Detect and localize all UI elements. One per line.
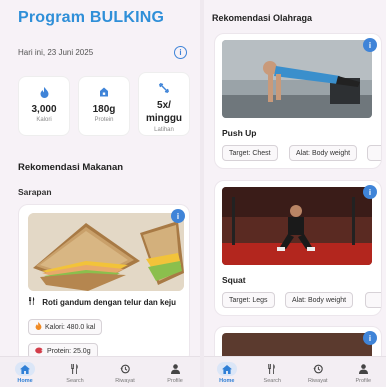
page-title: Program BULKING [18,9,165,26]
stat-label: Kalori [36,117,52,123]
tool-chip: Alat: Body weight [289,145,358,161]
screen: Program BULKING Hari ini, 23 Juni 2025 i… [0,0,386,387]
protein-icon [79,87,129,99]
meat-icon [35,347,44,356]
info-icon[interactable]: i [363,185,377,199]
info-icon[interactable]: i [174,46,187,59]
target-chip: Target: Chest [222,145,278,161]
target-chip: Target: Legs [222,292,275,308]
bottom-nav: Home Search Riwayat Profile [0,356,200,387]
dumbbell-icon [139,82,189,94]
more-chip [367,145,381,161]
nav-history[interactable]: Riwayat [100,357,150,387]
home-screen: Program BULKING Hari ini, 23 Juni 2025 i… [0,0,200,387]
stat-value: 180g [92,104,116,115]
more-chip [365,292,381,308]
info-icon[interactable]: i [363,38,377,52]
stat-card-training: 5x/ minggu Latihan [138,72,190,136]
flame-icon [19,87,69,99]
food-name: Roti gandum dengan telur dan keju [28,297,176,307]
fork-knife-icon [65,362,85,376]
person-icon [353,362,373,376]
exercise-card-squat[interactable]: i Squat Target: Legs Alat: Body weight [214,180,382,316]
flame-icon [35,322,42,332]
food-card[interactable]: i Roti gandum dengan telur dan keju Kalo… [18,204,190,364]
exercise-name: Push Up [222,128,257,138]
section-title-meal: Rekomendasi Makanan [18,162,124,173]
nav-profile[interactable]: Profile [150,357,200,387]
exercise-image [222,187,372,265]
nav-history[interactable]: Riwayat [295,357,341,387]
exercise-image [222,40,372,118]
stat-label: Latihan [154,127,174,133]
calorie-chip: Kalori: 480.0 kal [28,319,103,335]
food-image [28,213,184,291]
meal-time-label: Sarapan [18,187,52,197]
fork-knife-icon [262,362,282,376]
nav-profile[interactable]: Profile [341,357,386,387]
history-icon [308,362,328,376]
stat-value: 3,000 [31,104,57,115]
fork-knife-icon [28,297,38,307]
nav-home[interactable]: Home [204,357,250,387]
history-icon [115,362,135,376]
home-icon [15,362,35,376]
exercise-card-push-up[interactable]: i Push Up Target: Chest Alat: Body weigh… [214,33,382,169]
stat-card-protein: 180g Protein [78,76,130,136]
bottom-nav: Home Search Riwayat Profile [204,356,386,387]
info-icon[interactable]: i [171,209,185,223]
section-title-exercise: Rekomendasi Olahraga [212,13,313,23]
home-icon [216,362,237,376]
nav-search[interactable]: Search [50,357,100,387]
exercise-screen: Rekomendasi Olahraga i Push Up Target: C… [204,0,386,387]
stat-label: Protein [94,117,114,123]
info-icon[interactable]: i [363,331,377,345]
stat-card-calories: 3,000 Kalori [18,76,70,136]
current-date: Hari ini, 23 Juni 2025 [18,48,94,57]
stat-value: 5x/ minggu [145,100,183,124]
tool-chip: Alat: Body weight [285,292,354,308]
person-icon [165,362,185,376]
exercise-name: Squat [222,275,246,285]
nav-home[interactable]: Home [0,357,50,387]
nav-search[interactable]: Search [250,357,296,387]
